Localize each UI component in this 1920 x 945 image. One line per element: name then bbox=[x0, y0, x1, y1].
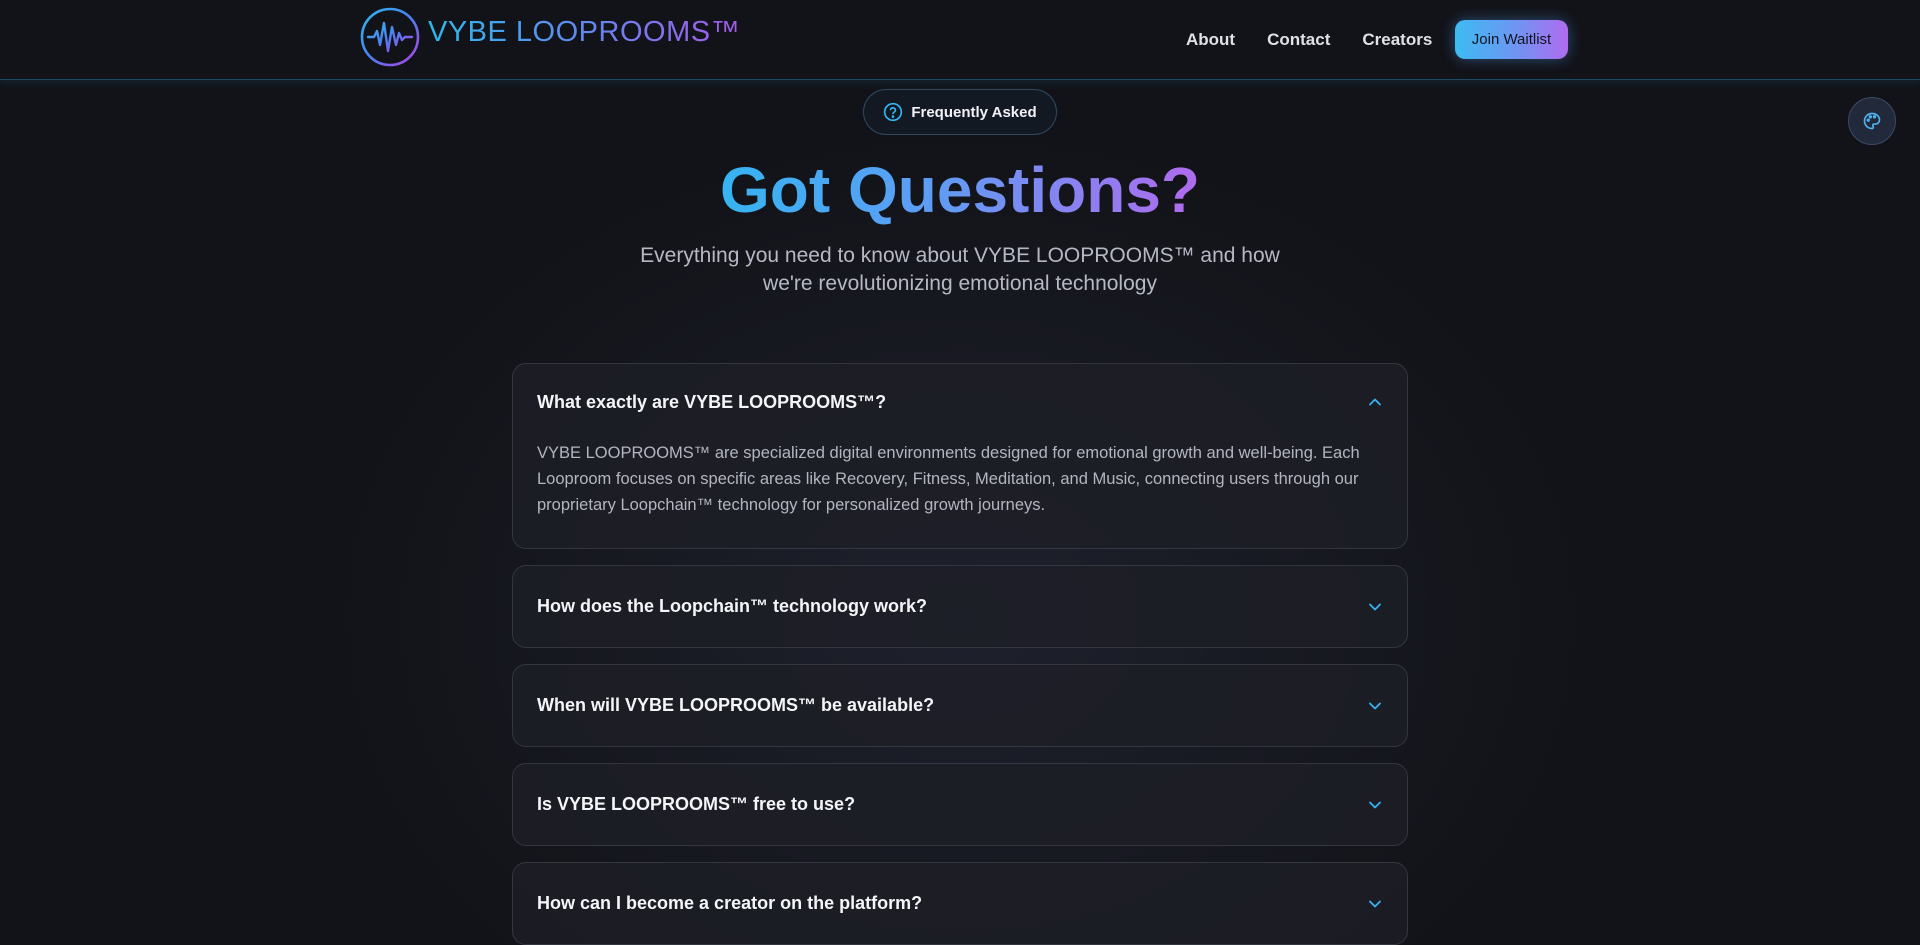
faq-item[interactable]: How does the Loopchain™ technology work? bbox=[512, 565, 1408, 648]
nav-about[interactable]: About bbox=[1186, 30, 1235, 50]
faq-question-row[interactable]: How does the Loopchain™ technology work? bbox=[513, 566, 1407, 647]
faq-badge: Frequently Asked bbox=[863, 89, 1057, 135]
site-header: VYBE LOOPROOMS™ About Contact Creators J… bbox=[0, 0, 1920, 80]
faq-question-row[interactable]: When will VYBE LOOPROOMS™ be available? bbox=[513, 665, 1407, 746]
faq-question: How does the Loopchain™ technology work? bbox=[537, 596, 928, 616]
chevron-up-icon[interactable] bbox=[1367, 394, 1383, 410]
nav-creators[interactable]: Creators bbox=[1362, 30, 1432, 50]
theme-toggle-button[interactable] bbox=[1848, 97, 1896, 145]
main-nav: About Contact Creators bbox=[1186, 30, 1464, 50]
faq-question: When will VYBE LOOPROOMS™ be available? bbox=[537, 695, 935, 715]
question-circle-icon bbox=[884, 102, 903, 122]
faq-item[interactable]: What exactly are VYBE LOOPROOMS™? VYBE L… bbox=[512, 363, 1408, 549]
chevron-down-icon[interactable] bbox=[1367, 698, 1383, 714]
faq-question-row[interactable]: Is VYBE LOOPROOMS™ free to use? bbox=[513, 764, 1407, 845]
faq-question: What exactly are VYBE LOOPROOMS™? bbox=[537, 391, 887, 412]
join-waitlist-button[interactable]: Join Waitlist bbox=[1455, 20, 1568, 59]
badge-label: Frequently Asked bbox=[911, 103, 1037, 121]
brand-name: VYBE LOOPROOMS™ bbox=[428, 15, 741, 48]
faq-item[interactable]: When will VYBE LOOPROOMS™ be available? bbox=[512, 664, 1408, 747]
brand-logo[interactable]: VYBE LOOPROOMS™ bbox=[360, 7, 740, 67]
faq-question-row[interactable]: What exactly are VYBE LOOPROOMS™? bbox=[513, 364, 1407, 440]
faq-question-row[interactable]: How can I become a creator on the platfo… bbox=[513, 863, 1407, 944]
chevron-down-icon[interactable] bbox=[1367, 797, 1383, 813]
waveform-circle-icon bbox=[360, 7, 420, 67]
faq-question: Is VYBE LOOPROOMS™ free to use? bbox=[537, 794, 856, 814]
page-subtitle: Everything you need to know about VYBE L… bbox=[640, 244, 1280, 295]
chevron-down-icon[interactable] bbox=[1367, 896, 1383, 912]
faq-item[interactable]: How can I become a creator on the platfo… bbox=[512, 862, 1408, 945]
chevron-down-icon[interactable] bbox=[1367, 599, 1383, 615]
faq-answer: VYBE LOOPROOMS™ are specialized digital … bbox=[537, 444, 1360, 514]
palette-icon bbox=[1863, 112, 1881, 130]
faq-item[interactable]: Is VYBE LOOPROOMS™ free to use? bbox=[512, 763, 1408, 846]
page-title: Got Questions? bbox=[720, 154, 1200, 226]
nav-contact[interactable]: Contact bbox=[1267, 30, 1330, 50]
faq-question: How can I become a creator on the platfo… bbox=[537, 893, 923, 913]
faq-accordion: What exactly are VYBE LOOPROOMS™? VYBE L… bbox=[512, 363, 1408, 945]
